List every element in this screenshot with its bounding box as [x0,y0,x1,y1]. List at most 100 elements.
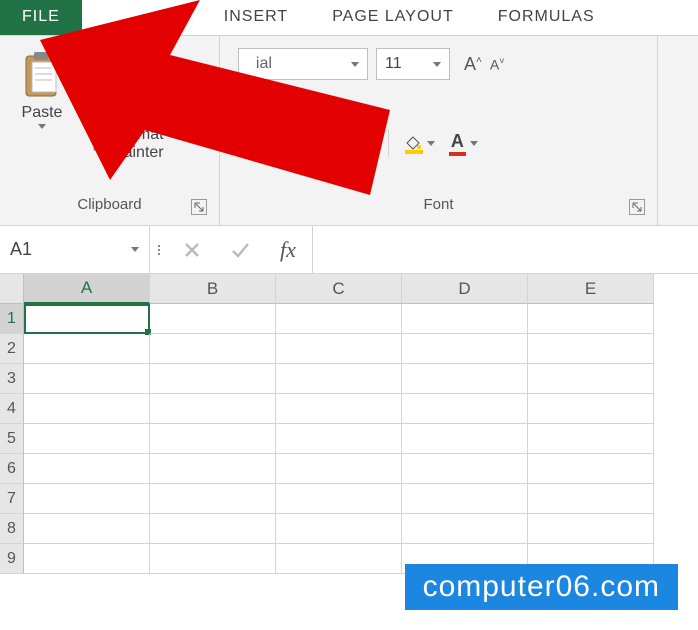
cell[interactable] [150,424,276,454]
cell[interactable] [528,364,654,394]
cell[interactable] [528,454,654,484]
cell-grid[interactable] [24,304,698,574]
column-header[interactable]: A [24,274,150,304]
row-header[interactable]: 4 [0,394,24,424]
cell[interactable] [24,454,150,484]
cell[interactable] [276,514,402,544]
cell[interactable] [276,334,402,364]
cell[interactable] [276,364,402,394]
font-size-select[interactable]: 11 [376,48,450,80]
cut-button[interactable] [86,50,213,70]
paste-dropdown-icon[interactable] [38,124,46,129]
name-box[interactable]: A1 [0,226,150,273]
cell[interactable] [24,514,150,544]
cell[interactable] [150,544,276,574]
cell[interactable] [150,484,276,514]
cell-A1[interactable] [24,304,150,334]
cancel-formula-button[interactable] [168,226,216,273]
select-all-corner[interactable] [0,274,24,304]
cell[interactable] [276,394,402,424]
cell[interactable] [402,364,528,394]
cell[interactable] [528,484,654,514]
cell[interactable] [528,394,654,424]
cell[interactable] [402,394,528,424]
row-header[interactable]: 6 [0,454,24,484]
cell[interactable] [528,304,654,334]
cell[interactable] [402,454,528,484]
paste-label: Paste [22,104,63,122]
cell[interactable] [528,514,654,544]
cell[interactable] [150,334,276,364]
fill-color-button[interactable] [403,132,435,154]
cell[interactable] [24,484,150,514]
cell[interactable] [276,454,402,484]
underline-button[interactable]: U [287,132,313,154]
bold-button[interactable]: B [238,132,252,155]
cell[interactable] [402,334,528,364]
cell[interactable] [24,544,150,574]
cell[interactable] [150,454,276,484]
row-header[interactable]: 5 [0,424,24,454]
increase-font-button[interactable]: A˄ [464,54,482,75]
column-header[interactable]: D [402,274,528,304]
italic-button[interactable]: I [266,132,273,155]
row-header[interactable]: 7 [0,484,24,514]
format-painter-button[interactable]: Format Painter [86,126,213,162]
watermark: computer06.com [405,564,678,610]
cell[interactable] [276,484,402,514]
cell[interactable] [528,424,654,454]
tab-gap [82,0,202,35]
cell[interactable] [24,424,150,454]
cell[interactable] [402,484,528,514]
cell[interactable] [528,334,654,364]
cell[interactable] [150,514,276,544]
cell[interactable] [276,544,402,574]
font-group-label: Font [226,188,651,221]
cell[interactable] [402,424,528,454]
font-name-select[interactable]: ..ial [238,48,368,80]
format-painter-label: Format Painter [113,126,213,162]
formula-input[interactable] [313,226,698,273]
tab-insert[interactable]: INSERT [202,0,310,35]
row-header[interactable]: 3 [0,364,24,394]
insert-function-button[interactable]: fx [264,226,312,273]
decrease-font-button[interactable]: A˅ [490,56,505,73]
column-header[interactable]: C [276,274,402,304]
paste-button[interactable]: Paste [6,44,78,188]
font-dialog-launcher[interactable] [629,199,645,215]
row-header[interactable]: 1 [0,304,24,334]
enter-formula-button[interactable] [216,226,264,273]
clipboard-icon [20,48,64,100]
cell[interactable] [24,334,150,364]
font-color-button[interactable]: A [449,131,478,156]
tab-file[interactable]: FILE [0,0,82,35]
cell[interactable] [24,364,150,394]
row-header[interactable]: 2 [0,334,24,364]
clipboard-dialog-launcher[interactable] [191,199,207,215]
cell[interactable] [24,394,150,424]
copy-icon [86,88,106,108]
copy-button[interactable]: C [86,88,213,108]
x-icon [183,241,201,259]
tab-page-layout[interactable]: PAGE LAYOUT [310,0,476,35]
tab-formulas[interactable]: FORMULAS [476,0,617,35]
copy-label-partial: C [114,89,126,107]
cell[interactable] [402,304,528,334]
cell[interactable] [150,364,276,394]
cell[interactable] [276,424,402,454]
cell[interactable] [402,514,528,544]
clipboard-group-label: Clipboard [6,188,213,221]
cell[interactable] [150,304,276,334]
group-font: ..ial 11 A˄ A˅ B I U [220,36,658,225]
row-header[interactable]: 9 [0,544,24,574]
cell[interactable] [276,304,402,334]
column-header[interactable]: E [528,274,654,304]
cell[interactable] [150,394,276,424]
row-header[interactable]: 8 [0,514,24,544]
borders-button[interactable] [342,133,374,153]
column-header[interactable]: B [150,274,276,304]
chevron-down-icon [427,141,435,146]
divider [327,129,328,157]
chevron-down-icon [433,62,441,67]
chevron-down-icon [366,141,374,146]
